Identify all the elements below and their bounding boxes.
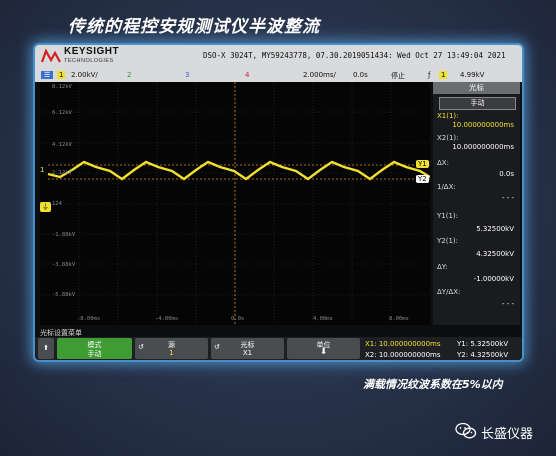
header-bar: KEYSIGHT TECHNOLOGIES DSO-X 3024T, MY592… bbox=[35, 45, 522, 70]
x2-label: X2(1): bbox=[437, 134, 459, 142]
readout-x2: X2: 10.000000000ms bbox=[365, 351, 441, 359]
inv-dx-value: - - - bbox=[501, 194, 514, 202]
x-tick-label: -8.00ms bbox=[77, 316, 101, 322]
softkey-bar: ⬆ 模式 手动 ↺ 源 1 ↺ 光标 X1 单位 ⬇ bbox=[35, 337, 522, 360]
dy-value: -1.00000kV bbox=[473, 275, 514, 283]
ch1-trigger-marker: 1 bbox=[40, 166, 45, 174]
dy-label: ΔY: bbox=[437, 263, 448, 271]
dx-label: ΔX: bbox=[437, 159, 449, 167]
timebase-value: 2.000ms/ bbox=[303, 71, 336, 79]
inv-dx-label: 1/ΔX: bbox=[437, 183, 456, 191]
wechat-icon bbox=[455, 422, 477, 439]
ch1-scale: 2.00kV/ bbox=[71, 71, 98, 79]
x1-value: 10.000000000ms bbox=[452, 121, 514, 129]
y2-value: 4.32500kV bbox=[476, 250, 514, 258]
ch3-indicator[interactable]: 3 bbox=[185, 71, 189, 79]
panel-title: 光标 bbox=[433, 82, 520, 94]
brand-name: KEYSIGHT bbox=[64, 46, 120, 57]
account-name: 长盛仪器 bbox=[481, 427, 534, 442]
x2-value: 10.000000000ms bbox=[452, 143, 514, 151]
down-arrow-icon: ⬇ bbox=[319, 347, 328, 357]
mode-softkey[interactable]: 模式 手动 bbox=[57, 338, 132, 359]
graticule: 8.12kV 6.12kV 4.12kV 2.12kV 124 -1.88kV … bbox=[40, 82, 430, 325]
source-softkey[interactable]: ↺ 源 1 bbox=[135, 338, 208, 359]
oscilloscope-screen: KEYSIGHT TECHNOLOGIES DSO-X 3024T, MY592… bbox=[35, 45, 522, 360]
dydx-value: - - - bbox=[501, 300, 514, 308]
cursor-y1-tag[interactable]: Y1 bbox=[416, 160, 429, 168]
y-tick-label: 8.12kV bbox=[52, 84, 72, 90]
ch1-indicator[interactable]: 1 bbox=[57, 71, 66, 79]
keysight-logo-icon bbox=[41, 48, 61, 63]
ch4-indicator[interactable]: 4 bbox=[245, 71, 249, 79]
y-tick-label: 6.12kV bbox=[52, 110, 72, 116]
x-tick-label: -4.00ms bbox=[155, 316, 179, 322]
cursor-panel: 光标 手动 X1(1): 10.000000000ms X2(1): 10.00… bbox=[433, 82, 520, 325]
waveform-display bbox=[40, 82, 430, 325]
trigger-edge-icon: ƒ bbox=[428, 71, 431, 79]
status-bar: ☰ 1 2.00kV/ 2 3 4 2.000ms/ 0.0s 停止 ƒ 1 4… bbox=[35, 70, 522, 82]
x-tick-label: 4.00ms bbox=[313, 316, 333, 322]
readout-x1: X1: 10.000000000ms bbox=[365, 340, 441, 348]
page-title: 传统的程控安规测试仪半波整流 bbox=[68, 17, 320, 37]
delay-value: 0.0s bbox=[353, 71, 368, 79]
x1-label: X1(1): bbox=[437, 112, 459, 120]
run-state: 停止 bbox=[391, 72, 405, 80]
ch1-waveform bbox=[47, 160, 430, 181]
cursor-softkey[interactable]: ↺ 光标 X1 bbox=[211, 338, 284, 359]
y-tick-label: -1.88kV bbox=[52, 232, 76, 238]
cursor-mode-button[interactable]: 手动 bbox=[439, 97, 516, 110]
y-tick-label: 2.12kV bbox=[52, 170, 72, 176]
trigger-channel: 1 bbox=[439, 71, 448, 79]
back-button[interactable]: ⬆ bbox=[38, 338, 54, 359]
y-tick-label: 124 bbox=[52, 201, 62, 207]
ripple-note: 满载情况纹波系数在5%以内 bbox=[363, 378, 503, 391]
y1-value: 5.32500kV bbox=[476, 225, 514, 233]
ground-marker[interactable]: ⏚ bbox=[40, 202, 51, 212]
y1-label: Y1(1): bbox=[437, 212, 459, 220]
readout-y1: Y1: 5.32500kV bbox=[457, 340, 509, 348]
trigger-level: 4.99kV bbox=[460, 71, 485, 79]
y-tick-label: 4.12kV bbox=[52, 142, 72, 148]
ch2-indicator[interactable]: 2 bbox=[127, 71, 131, 79]
x-tick-label: 0.0s bbox=[231, 316, 245, 322]
y2-label: Y2(1): bbox=[437, 237, 459, 245]
dydx-label: ΔY/ΔX: bbox=[437, 288, 461, 296]
dx-value: 0.0s bbox=[499, 170, 514, 178]
mode-softkey-value: 手动 bbox=[87, 350, 102, 358]
cursor-softkey-value: X1 bbox=[242, 349, 253, 357]
menu-icon[interactable]: ☰ bbox=[41, 71, 54, 79]
y-tick-label: -3.88kV bbox=[52, 262, 76, 268]
readout-y2: Y2: 4.32500kV bbox=[457, 351, 509, 359]
y-tick-label: -5.88kV bbox=[52, 292, 76, 298]
units-softkey[interactable]: 单位 ⬇ bbox=[287, 338, 360, 359]
source-softkey-value: 1 bbox=[169, 349, 174, 357]
brand-subtitle: TECHNOLOGIES bbox=[64, 58, 114, 64]
instrument-info: DSO-X 3024T, MY59243778, 07.30.201905143… bbox=[203, 51, 506, 60]
up-arrow-icon: ⬆ bbox=[43, 344, 49, 352]
x-tick-label: 8.00ms bbox=[389, 316, 409, 322]
cursor-y2-tag[interactable]: Y2 bbox=[416, 175, 429, 183]
